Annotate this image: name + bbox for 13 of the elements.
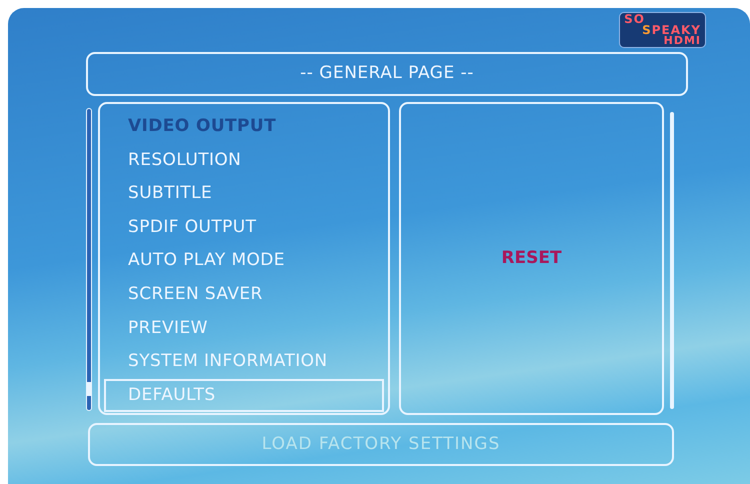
menu-heading[interactable]: VIDEO OUTPUT — [104, 110, 384, 144]
menu-item[interactable]: SCREEN SAVER — [104, 278, 384, 312]
menu-item[interactable]: DEFAULTS — [104, 378, 384, 412]
brand-logo: SO SPEAKY HDMI — [619, 12, 706, 48]
menu-item[interactable]: RESOLUTION — [104, 144, 384, 178]
menu-item[interactable]: SYSTEM INFORMATION — [104, 345, 384, 379]
help-text: LOAD FACTORY SETTINGS — [88, 423, 674, 466]
option-item[interactable]: RESET — [501, 246, 562, 272]
page-title: -- GENERAL PAGE -- — [86, 52, 688, 96]
menu-item[interactable]: SUBTITLE — [104, 177, 384, 211]
menu-item[interactable]: PREVIEW — [104, 312, 384, 346]
menu-item[interactable]: AUTO PLAY MODE — [104, 244, 384, 278]
menu-item[interactable]: SPDIF OUTPUT — [104, 210, 384, 244]
